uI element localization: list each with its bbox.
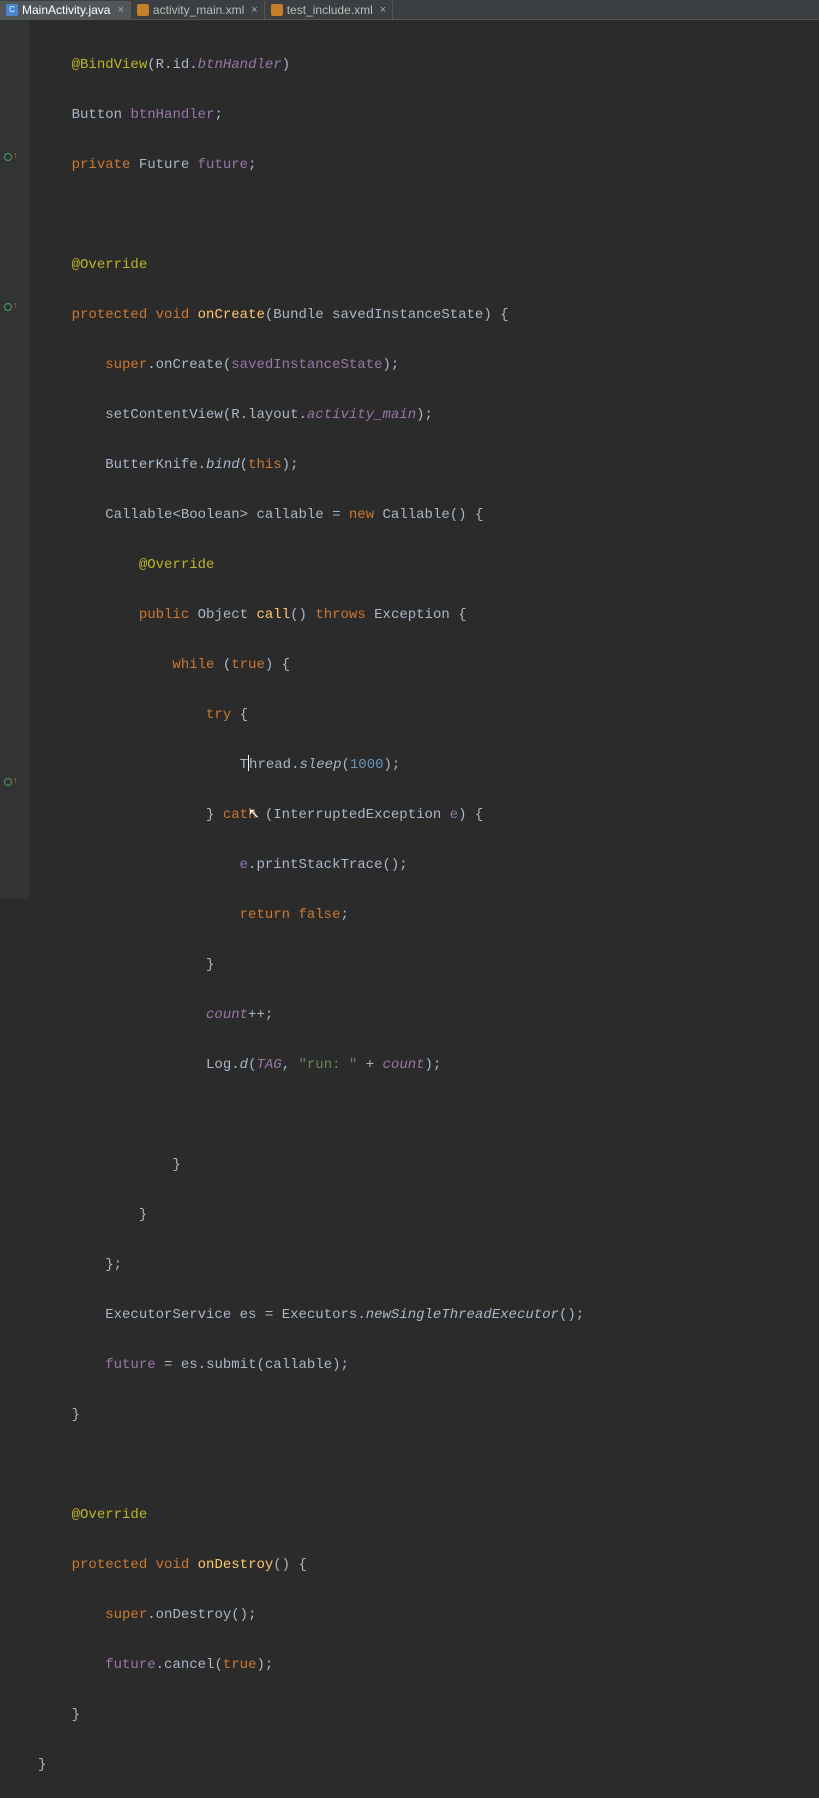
annotation: @Override [72, 1507, 148, 1523]
field: count [383, 1057, 425, 1073]
field: count [206, 1007, 248, 1023]
xml-file-icon [271, 4, 283, 16]
keyword: h [248, 807, 256, 823]
close-icon[interactable]: × [380, 4, 386, 16]
keyword: protected [72, 1557, 148, 1573]
keyword: false [298, 907, 340, 923]
tab-label: MainActivity.java [22, 3, 110, 17]
type: Future [139, 157, 189, 173]
field: btnHandler [130, 107, 214, 123]
type: Exception [374, 607, 450, 623]
type: ExecutorService [105, 1307, 231, 1323]
field: activity_main [307, 407, 416, 423]
param: savedInstanceState [231, 357, 382, 373]
code-editor[interactable]: @BindView(R.id.btnHandler) Button btnHan… [30, 20, 819, 899]
method: onCreate [198, 307, 265, 323]
text: id [172, 57, 189, 73]
close-icon[interactable]: × [117, 4, 123, 16]
type: Object [198, 607, 248, 623]
param: e [450, 807, 458, 823]
op: ++ [248, 1007, 265, 1023]
field: future [105, 1657, 155, 1673]
keyword: new [349, 507, 374, 523]
tab-label: test_include.xml [287, 3, 373, 17]
type: ButterKnife [105, 457, 197, 473]
editor-tabs: C MainActivity.java × activity_main.xml … [0, 0, 819, 20]
type: Boolean [181, 507, 240, 523]
keyword: void [156, 1557, 190, 1573]
keyword: void [156, 307, 190, 323]
keyword: try [206, 707, 231, 723]
text: T [240, 757, 248, 773]
keyword: super [105, 1607, 147, 1623]
type: Log [206, 1057, 231, 1073]
method: call [256, 607, 290, 623]
number: 1000 [350, 757, 384, 773]
override-marker[interactable]: ↑ [4, 303, 18, 317]
text: hread [249, 757, 291, 773]
keyword: throws [315, 607, 365, 623]
type: Callable [105, 507, 172, 523]
override-marker[interactable]: ↑ [4, 153, 18, 167]
method: sleep [299, 757, 341, 773]
keyword: protected [72, 307, 148, 323]
close-icon[interactable]: × [251, 4, 257, 16]
tab-activity-main[interactable]: activity_main.xml × [131, 1, 265, 19]
type: Button [72, 107, 122, 123]
method: d [240, 1057, 248, 1073]
keyword: private [72, 157, 131, 173]
keyword: true [223, 1657, 257, 1673]
java-file-icon: C [6, 4, 18, 16]
string: "run: " [299, 1057, 358, 1073]
text-caret [248, 755, 249, 771]
text: R [231, 407, 239, 423]
field: future [198, 157, 248, 173]
method: cancel [164, 1657, 214, 1673]
param: savedInstanceState [332, 307, 483, 323]
field: future [105, 1357, 155, 1373]
op: + [366, 1057, 374, 1073]
keyword: return [240, 907, 290, 923]
var: callable [256, 507, 323, 523]
keyword: super [105, 357, 147, 373]
keyword: true [231, 657, 265, 673]
type: InterruptedException [273, 807, 441, 823]
var: callable [265, 1357, 332, 1373]
annotation: @Override [139, 557, 215, 573]
override-marker[interactable]: ↑ [4, 778, 18, 792]
method: onDestroy [198, 1557, 274, 1573]
tab-mainactivity[interactable]: C MainActivity.java × [0, 1, 131, 19]
var: es [240, 1307, 257, 1323]
keyword: while [172, 657, 214, 673]
type: Callable [383, 507, 450, 523]
annotation: @BindView [72, 57, 148, 73]
field: btnHandler [198, 57, 282, 73]
text: R [156, 57, 164, 73]
text: layout [248, 407, 298, 423]
method: submit [206, 1357, 256, 1373]
method: bind [206, 457, 240, 473]
type: Bundle [273, 307, 323, 323]
gutter[interactable]: ↑ ↑ ↑ [0, 20, 30, 899]
var: es [181, 1357, 198, 1373]
editor-wrap: ↑ ↑ ↑ @BindView(R.id.btnHandler) Button … [0, 20, 819, 899]
xml-file-icon [137, 4, 149, 16]
tab-label: activity_main.xml [153, 3, 244, 17]
keyword: this [248, 457, 282, 473]
method: onDestroy [156, 1607, 232, 1623]
method: onCreate [156, 357, 223, 373]
tab-test-include[interactable]: test_include.xml × [265, 1, 393, 19]
method: printStackTrace [256, 857, 382, 873]
keyword: cat [223, 807, 248, 823]
method: setContentView [105, 407, 223, 423]
method: newSingleThreadExecutor [366, 1307, 559, 1323]
field: TAG [256, 1057, 281, 1073]
var: e [240, 857, 248, 873]
type: Executors [282, 1307, 358, 1323]
annotation: @Override [72, 257, 148, 273]
keyword: public [139, 607, 189, 623]
